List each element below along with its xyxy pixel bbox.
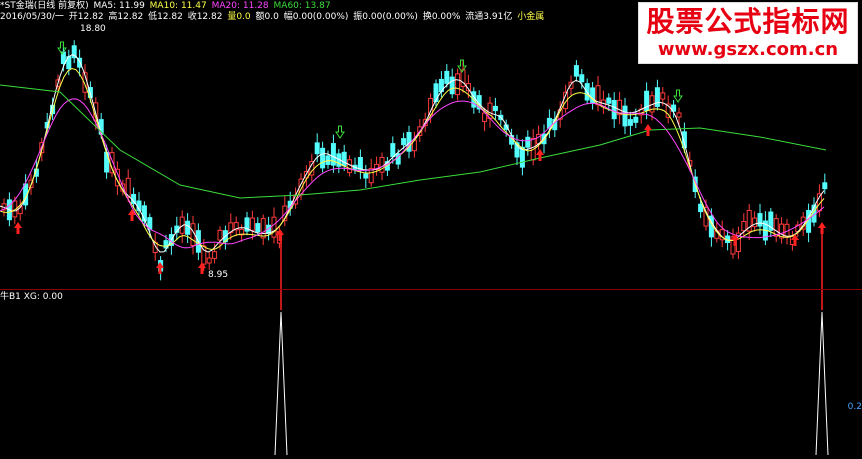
candle-body [444, 70, 450, 84]
signal-spike [274, 311, 288, 456]
indicator-axis-value: 0.2 [847, 402, 862, 412]
candle-body [627, 119, 633, 126]
sell-arrow-icon [335, 125, 345, 139]
candle-body [368, 167, 374, 184]
candle-body [633, 116, 639, 123]
buy-arrow-icon [128, 209, 136, 221]
candle-body [212, 251, 218, 259]
candle-body [363, 173, 369, 179]
low-price-marker: 8.95 [208, 270, 229, 280]
candle-body [579, 74, 585, 83]
candle-body [249, 217, 255, 231]
arrows-layer [14, 41, 826, 274]
candle-body [341, 151, 347, 167]
candlestick-chart[interactable] [0, 0, 862, 459]
candle-body [611, 99, 617, 120]
candle-body [654, 87, 660, 107]
ma-line [0, 98, 825, 249]
candle-body [822, 182, 828, 190]
watermark-url: www.gszx.com.cn [657, 39, 839, 60]
candle-body [741, 221, 747, 232]
candle-body [357, 157, 363, 170]
candle-body [573, 65, 579, 77]
watermark-logo: 股票公式指标网 www.gszx.com.cn [638, 2, 858, 64]
panel-divider [0, 289, 862, 290]
ma-line [0, 54, 825, 253]
ma-lines-layer [0, 54, 827, 253]
candle-body [455, 73, 461, 96]
watermark-title: 股票公式指标网 [646, 5, 850, 38]
buy-arrow-icon [536, 149, 544, 161]
candle-body [449, 76, 455, 95]
candle-body [314, 142, 320, 155]
candle-body [698, 203, 704, 213]
candles-layer [1, 40, 828, 281]
candle-body [390, 143, 396, 158]
candle-body [347, 159, 353, 174]
candle-body [320, 147, 326, 169]
sell-arrow-icon [673, 89, 683, 103]
ma-line [0, 67, 825, 251]
candle-body [401, 138, 407, 146]
candle-body [606, 97, 612, 104]
candle-body [525, 136, 531, 148]
candle-body [622, 105, 628, 127]
candle-body [492, 105, 498, 112]
candle-body [676, 112, 682, 118]
candle-body [206, 257, 212, 264]
high-price-marker: 18.80 [80, 24, 106, 34]
candle-body [433, 83, 439, 102]
candle-body [185, 220, 191, 235]
buy-arrow-icon [644, 124, 652, 136]
candle-body [255, 223, 261, 233]
signal-spike [815, 311, 829, 456]
signal-layer [274, 224, 829, 456]
indicator-label: 牛B1 XG: 0.00 [0, 292, 63, 302]
candle-body [271, 216, 277, 238]
candle-body [260, 218, 266, 239]
candle-body [660, 92, 666, 100]
candle-body [757, 213, 763, 227]
candle-body [217, 229, 223, 241]
